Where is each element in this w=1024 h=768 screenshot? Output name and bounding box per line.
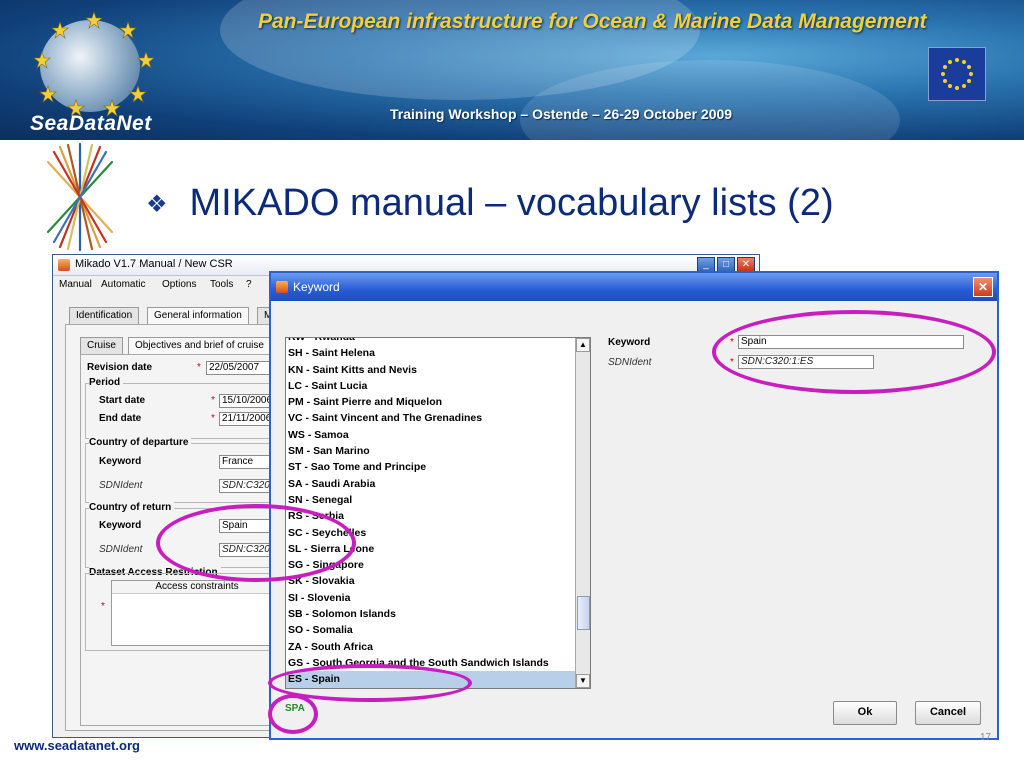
scroll-up-icon[interactable]: ▲ <box>576 338 590 352</box>
required-mark: * <box>101 601 105 612</box>
list-item[interactable]: SH - Saint Helena <box>286 345 576 361</box>
menu-manual[interactable]: Manual <box>59 279 92 290</box>
required-mark: * <box>211 395 215 406</box>
list-item[interactable]: VC - Saint Vincent and The Grenadines <box>286 410 576 426</box>
window-title: Mikado V1.7 Manual / New CSR <box>75 258 233 270</box>
list-item[interactable]: KN - Saint Kitts and Nevis <box>286 362 576 378</box>
subtab-objectives[interactable]: Objectives and brief of cruise <box>128 337 271 354</box>
country-list: RW - Rwanda SH - Saint Helena KN - Saint K… <box>286 338 576 688</box>
logo-text: SeaDataNet <box>30 112 152 135</box>
departure-sdn-label: SDNIdent <box>99 480 143 491</box>
return-label: Country of return <box>89 502 175 513</box>
keyword-dialog: Keyword ✕ RW - Rwanda SH - Saint Helena KN… <box>269 271 999 740</box>
list-item[interactable]: WS - Samoa <box>286 427 576 443</box>
list-item[interactable]: ST - Sao Tome and Principe <box>286 459 576 475</box>
mikado-sticks-icon <box>46 142 114 252</box>
scroll-down-icon[interactable]: ▼ <box>576 674 590 688</box>
menu-help[interactable]: ? <box>246 279 252 290</box>
list-item[interactable]: SA - Saudi Arabia <box>286 476 576 492</box>
java-app-icon <box>276 281 288 293</box>
access-constraints-header: Access constraints <box>112 581 282 594</box>
footer-url[interactable]: www.seadatanet.org <box>14 738 140 753</box>
bullet-icon: ❖ <box>146 191 168 219</box>
header-banner: SeaDataNet Pan-European infrastructure f… <box>0 0 1024 140</box>
country-code-text: SPA <box>285 703 305 714</box>
subtab-cruise[interactable]: Cruise <box>80 337 123 354</box>
list-item[interactable]: ZA - South Africa <box>286 639 576 655</box>
dialog-titlebar: Keyword ✕ <box>271 273 997 301</box>
revision-date-label: Revision date <box>87 362 153 373</box>
dialog-keyword-field[interactable]: Spain <box>738 335 964 349</box>
list-item[interactable]: PM - Saint Pierre and Miquelon <box>286 394 576 410</box>
period-group <box>85 383 287 439</box>
menu-options[interactable]: Options <box>162 279 196 290</box>
period-label: Period <box>89 377 124 388</box>
access-constraints-table[interactable]: Access constraints <box>111 580 283 646</box>
tab-general-information[interactable]: General information <box>147 307 249 324</box>
cruise-panel: Revision date * 22/05/2007 Period Start … <box>80 354 287 726</box>
list-item[interactable]: SC - Seychelles <box>286 525 576 541</box>
slide-title-text: MIKADO manual – vocabulary lists (2) <box>189 182 834 224</box>
list-item[interactable]: SI - Slovenia <box>286 590 576 606</box>
dialog-keyword-label: Keyword <box>608 337 651 348</box>
list-item[interactable]: LC - Saint Lucia <box>286 378 576 394</box>
banner-title: Pan-European infrastructure for Ocean & … <box>258 10 927 33</box>
list-item[interactable]: RS - Serbia <box>286 508 576 524</box>
list-item[interactable]: ES - Spain <box>286 671 576 688</box>
dialog-title: Keyword <box>293 280 340 294</box>
departure-group <box>85 443 287 503</box>
menu-tools[interactable]: Tools <box>210 279 233 290</box>
list-item[interactable]: SM - San Marino <box>286 443 576 459</box>
ok-button[interactable]: Ok <box>833 701 897 725</box>
eu-flag-icon <box>928 47 986 101</box>
required-mark: * <box>197 362 201 373</box>
return-keyword-label: Keyword <box>99 520 142 531</box>
return-group <box>85 508 287 568</box>
list-item[interactable]: SK - Slovakia <box>286 573 576 589</box>
scroll-thumb[interactable] <box>577 596 590 630</box>
list-item[interactable]: RW - Rwanda <box>286 338 576 345</box>
cancel-button[interactable]: Cancel <box>915 701 981 725</box>
list-item[interactable]: SL - Sierra Leone <box>286 541 576 557</box>
departure-keyword-label: Keyword <box>99 456 142 467</box>
required-mark: * <box>211 413 215 424</box>
star-ring-icon <box>33 11 155 117</box>
end-date-label: End date <box>99 413 142 424</box>
departure-label: Country of departure <box>89 437 192 448</box>
dialog-sdn-field[interactable]: SDN:C320:1:ES <box>738 355 874 369</box>
menu-automatic[interactable]: Automatic <box>101 279 145 290</box>
list-item[interactable]: SB - Solomon Islands <box>286 606 576 622</box>
general-info-panel: Cruise Objectives and brief of cruise Re… <box>65 324 287 731</box>
java-app-icon <box>58 259 70 271</box>
required-mark: * <box>730 357 734 368</box>
page-number: 17 <box>980 732 992 743</box>
list-scrollbar[interactable]: ▲ ▼ <box>575 338 590 688</box>
start-date-label: Start date <box>99 395 146 406</box>
dialog-close-button[interactable]: ✕ <box>973 277 993 297</box>
list-item[interactable]: SG - Singapore <box>286 557 576 573</box>
return-sdn-label: SDNIdent <box>99 544 143 555</box>
banner-subtitle: Training Workshop – Ostende – 26-29 Octo… <box>390 106 733 122</box>
required-mark: * <box>730 337 734 348</box>
slide-title: ❖ MIKADO manual – vocabulary lists (2) <box>146 182 834 225</box>
list-item[interactable]: SN - Senegal <box>286 492 576 508</box>
tab-identification[interactable]: Identification <box>69 307 140 324</box>
country-listbox[interactable]: RW - Rwanda SH - Saint Helena KN - Saint K… <box>285 337 591 689</box>
dialog-sdn-label: SDNIdent <box>608 357 652 368</box>
list-item[interactable]: GS - South Georgia and the South Sandwic… <box>286 655 576 671</box>
list-item[interactable]: SO - Somalia <box>286 622 576 638</box>
